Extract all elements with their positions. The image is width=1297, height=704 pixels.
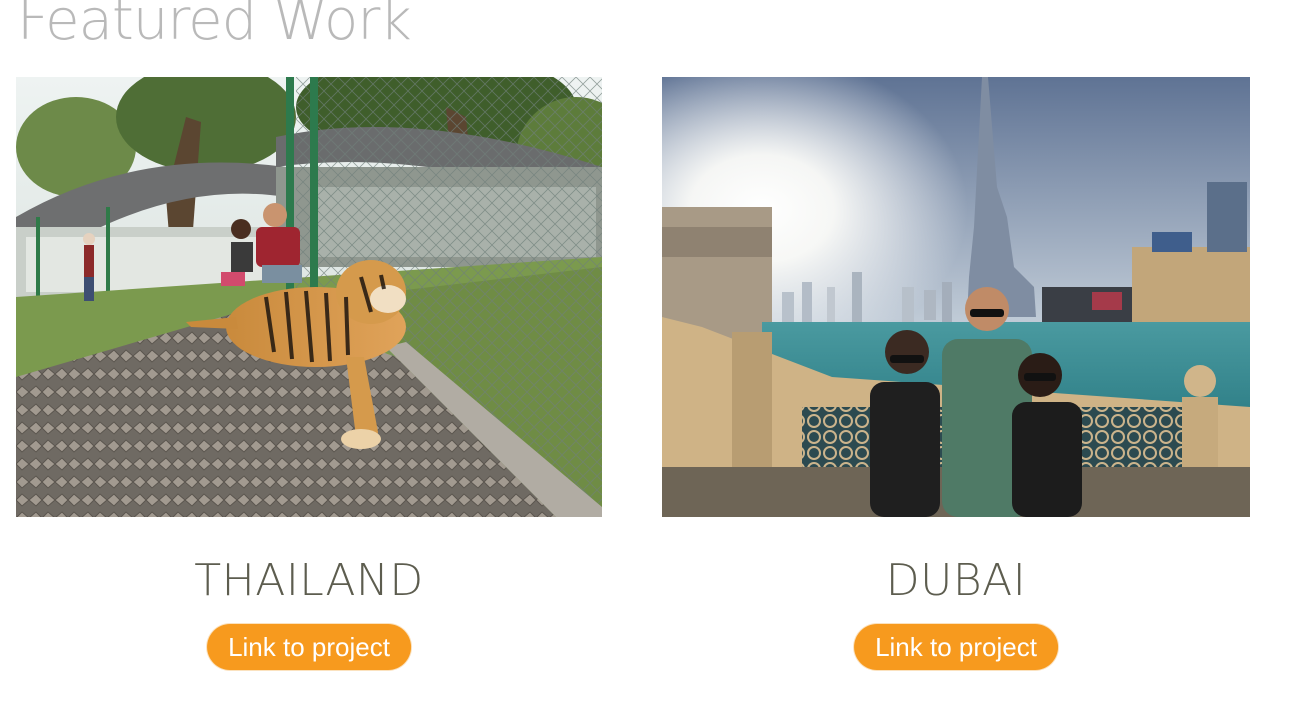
project-card-thailand: THAILAND Link to project <box>16 77 602 670</box>
link-to-project-button-thailand[interactable]: Link to project <box>207 624 411 670</box>
project-title-dubai: DUBAI <box>885 555 1027 606</box>
dubai-photo <box>662 77 1250 517</box>
section-title: Featured Work <box>17 0 412 53</box>
thailand-photo <box>16 77 602 517</box>
link-to-project-button-dubai[interactable]: Link to project <box>854 624 1058 670</box>
project-title-thailand: THAILAND <box>194 555 424 606</box>
project-card-dubai: DUBAI Link to project <box>662 77 1250 670</box>
